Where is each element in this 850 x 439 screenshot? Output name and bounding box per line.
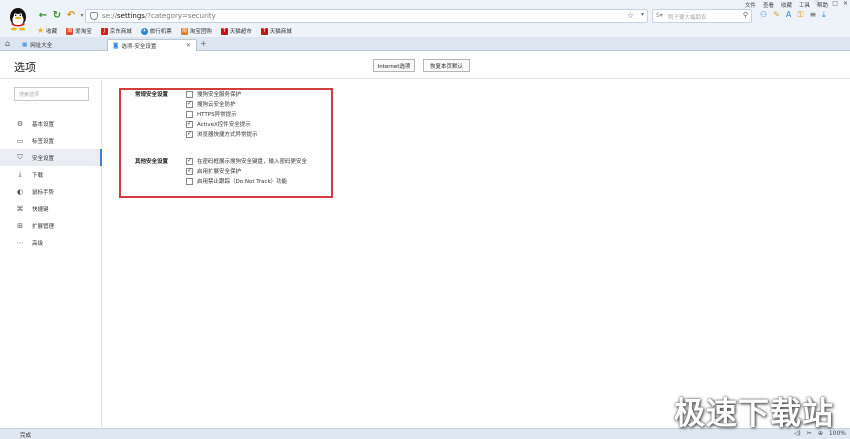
site-security-icon[interactable]: [90, 12, 98, 20]
sidebar-nav: ⚙ 基本设置 ▭ 标签设置 ⛉ 安全设置 ⤓ 下载 ◐ 鼠标手势 ⌘ 快捷键 ⊞…: [0, 115, 102, 251]
bookmark-travel[interactable]: ✈ 旅行机票: [140, 27, 172, 35]
bookmark-tmall-market[interactable]: T 天猫超市: [220, 27, 252, 35]
sidebar-item-basic[interactable]: ⚙ 基本设置: [0, 115, 102, 132]
travel-icon: ✈: [140, 27, 148, 35]
tab-bar: ⌂ ▦ 网址大全 ◙ 选项-安全设置 ✕ +: [0, 37, 850, 51]
download-icon: ⤓: [18, 170, 22, 178]
general-security-title: 常规安全设置: [135, 92, 169, 98]
page-icon: ▦: [22, 42, 28, 48]
option-https-warning[interactable]: HTTPS异常提示: [186, 110, 237, 118]
sidebar-item-extensions[interactable]: ⊞ 扩展管理: [0, 217, 102, 234]
mouse-icon: ◐: [16, 187, 24, 196]
search-engine-icon[interactable]: S▾: [656, 12, 663, 19]
refresh-icon[interactable]: ↻: [51, 10, 63, 22]
option-cloud-security[interactable]: ✓ 搜狗云安全防护: [186, 100, 236, 108]
toolbar-icons: ⚇ ✎ A ⚿ ≡ ⤓: [760, 11, 826, 19]
ai-taobao-icon: 淘: [66, 27, 74, 35]
address-dropdown-icon[interactable]: ▾: [641, 11, 644, 18]
tools-icon[interactable]: ✎: [773, 11, 780, 19]
bookmark-jd[interactable]: J 京东商城: [100, 27, 132, 35]
star-icon: ★: [37, 26, 45, 35]
tab-icon: ▭: [16, 136, 24, 145]
sidebar-item-download[interactable]: ⤓ 下载: [0, 166, 102, 183]
settings-page-icon: ◙: [113, 42, 119, 49]
jd-icon: J: [100, 27, 108, 35]
checkbox-checked[interactable]: ✓: [186, 130, 193, 138]
checkbox[interactable]: [186, 90, 193, 98]
tab-security-settings[interactable]: ◙ 选项-安全设置 ✕: [107, 39, 197, 51]
minimize-icon[interactable]: –: [824, 0, 827, 7]
menu-view[interactable]: 查看: [763, 1, 774, 9]
checkbox[interactable]: [186, 177, 193, 185]
watermark-logo: 极速下载站: [674, 396, 834, 432]
search-placeholder: 鸭子要大幅助农: [668, 15, 707, 21]
search-box[interactable]: S▾ 鸭子要大幅助农 ⚲: [652, 9, 752, 23]
close-tab-icon[interactable]: ✕: [186, 42, 191, 49]
bookmark-taobao-group[interactable]: 淘 淘宝团购: [180, 27, 212, 35]
other-security-title: 其他安全设置: [135, 159, 169, 165]
menu-tools[interactable]: 工具: [799, 1, 810, 9]
extension-icon: ⊞: [17, 221, 23, 230]
bookmark-bar: ★ 收藏 淘 爱淘宝 J 京东商城 ✈ 旅行机票 淘 淘宝团购 T 天猫超市 T…: [0, 25, 850, 37]
tab-label: 网址大全: [30, 43, 53, 49]
status-text: 完成: [20, 433, 32, 439]
maximize-icon[interactable]: □: [832, 0, 838, 7]
checkbox-checked[interactable]: ✓: [186, 157, 193, 165]
internet-options-button[interactable]: Internet选项: [373, 59, 415, 72]
tmall-market-icon: T: [220, 27, 228, 35]
sidebar-item-tabs[interactable]: ▭ 标签设置: [0, 132, 102, 149]
settings-search-input[interactable]: 搜索选项: [14, 87, 89, 101]
bookmark-favorites[interactable]: ★ 收藏: [37, 26, 57, 36]
url-text[interactable]: se://settings/?category=security: [102, 12, 216, 20]
skin-icon[interactable]: ♡: [814, 0, 819, 7]
security-settings-panel: 常规安全设置 搜狗安全服务保护 ✓ 搜狗云安全防护 HTTPS异常提示 ✓ Ac…: [102, 80, 850, 428]
more-icon: ⋯: [16, 238, 24, 247]
browser-toolbar: ← ↻ ↶ ▾ se://settings/?category=security…: [0, 0, 850, 37]
close-window-icon[interactable]: ✕: [843, 0, 848, 7]
sidebar-item-mouse-gestures[interactable]: ◐ 鼠标手势: [0, 183, 102, 200]
menu-icon[interactable]: ≡: [809, 11, 816, 19]
gear-icon: ⚙: [16, 119, 24, 128]
page-header: 选项 Internet选项 恢复本页默认: [0, 51, 850, 79]
option-sogou-safety-service[interactable]: 搜狗安全服务保护: [186, 90, 241, 98]
shield-icon: ⛉: [17, 153, 23, 161]
keyboard-icon: ⌘: [16, 204, 24, 213]
tab-navigation[interactable]: ▦ 网址大全: [17, 39, 105, 51]
user-icon[interactable]: ⚇: [760, 11, 767, 19]
checkbox[interactable]: [186, 110, 193, 118]
tab-label: 选项-安全设置: [121, 43, 157, 50]
checkbox-checked[interactable]: ✓: [186, 100, 193, 108]
bookmark-ai-taobao[interactable]: 淘 爱淘宝: [66, 27, 92, 35]
option-secure-keyboard[interactable]: ✓ 在密码框展示搜狗安全键盘，输入密码更安全: [186, 157, 307, 165]
bookmark-star-icon[interactable]: ☆: [627, 11, 634, 20]
page-title: 选项: [14, 61, 36, 74]
new-tab-icon[interactable]: +: [200, 39, 207, 48]
option-shortcut-warning[interactable]: ✓ 浏览器快捷方式异常提示: [186, 130, 258, 138]
back-icon[interactable]: ←: [37, 10, 49, 22]
checkbox-checked[interactable]: ✓: [186, 120, 193, 128]
tmall-icon: T: [260, 27, 268, 35]
option-extension-protection[interactable]: ✓ 启用扩展安全保护: [186, 167, 241, 175]
reset-defaults-button[interactable]: 恢复本页默认: [423, 59, 470, 72]
option-activex-warning[interactable]: ✓ ActiveX控件安全提示: [186, 120, 251, 128]
menu-favorites[interactable]: 收藏: [781, 1, 792, 9]
taobao-icon: 淘: [180, 27, 188, 35]
checkbox-checked[interactable]: ✓: [186, 167, 193, 175]
sidebar-item-security[interactable]: ⛉ 安全设置: [0, 149, 102, 166]
download-toolbar-icon[interactable]: ⤓: [822, 11, 826, 19]
bookmark-tmall[interactable]: T 天猫商城: [260, 27, 292, 35]
search-icon[interactable]: ⚲: [743, 11, 748, 19]
address-bar[interactable]: se://settings/?category=security ☆ ▾: [85, 9, 648, 23]
wallet-icon[interactable]: ⚿: [797, 11, 803, 19]
menu-file[interactable]: 文件: [745, 1, 756, 9]
home-icon[interactable]: ⌂: [5, 39, 10, 48]
window-controls: ♡ – □ ✕: [814, 0, 848, 7]
settings-sidebar: 搜索选项 ⚙ 基本设置 ▭ 标签设置 ⛉ 安全设置 ⤓ 下载 ◐ 鼠标手势 ⌘ …: [0, 80, 102, 428]
translate-icon[interactable]: A: [786, 11, 791, 19]
sidebar-item-shortcuts[interactable]: ⌘ 快捷键: [0, 200, 102, 217]
option-do-not-track[interactable]: 启用禁止跟踪（Do Not Track）功能: [186, 177, 287, 185]
sidebar-item-advanced[interactable]: ⋯ 高级: [0, 234, 102, 251]
